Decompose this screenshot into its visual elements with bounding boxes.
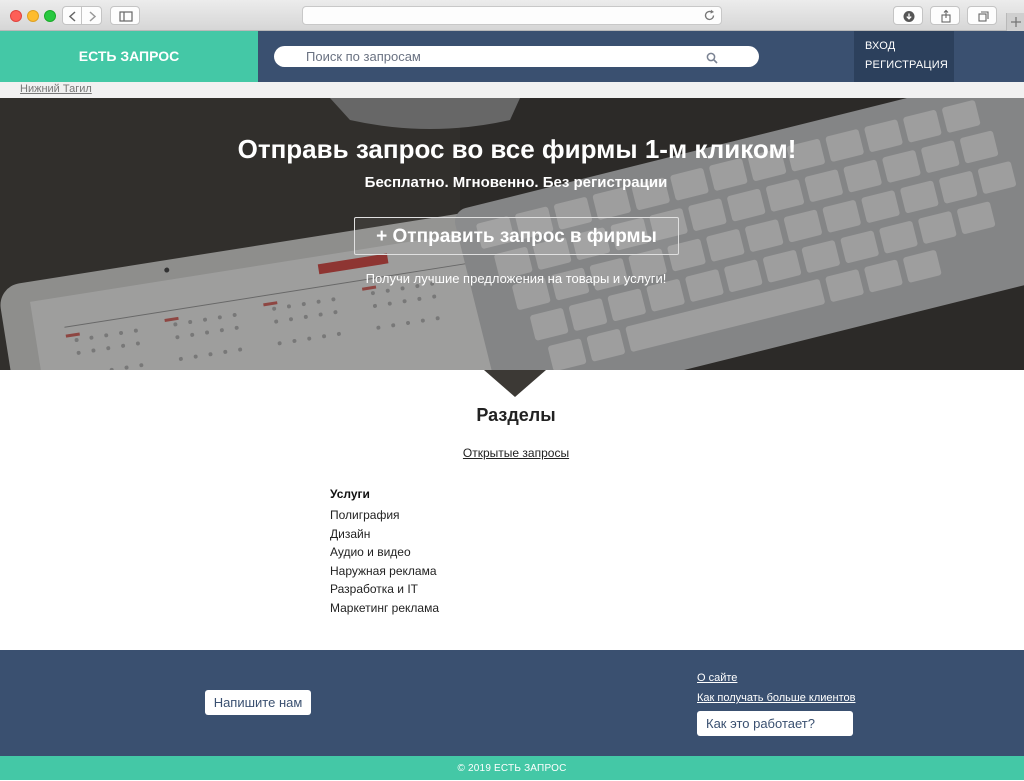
copyright: © 2019 ЕСТЬ ЗАПРОС [0,756,1024,780]
back-button[interactable] [62,6,82,25]
service-item-development-it[interactable]: Разработка и IT [330,582,439,601]
hero-banner: Отправь запрос во все фирмы 1-м кликом! … [0,98,1024,370]
service-item-outdoor-ads[interactable]: Наружная реклама [330,564,439,583]
share-icon [931,7,961,26]
more-clients-link[interactable]: Как получать больше клиентов [697,692,855,704]
register-link[interactable]: РЕГИСТРАЦИЯ [865,59,948,71]
open-requests-container: Открытые запросы [0,446,1024,460]
services-heading: Услуги [330,487,439,501]
hero-subtitle: Бесплатно. Мгновенно. Без регистрации [0,174,1024,191]
how-it-works-button[interactable]: Как это работает? [697,711,853,736]
plus-icon [1010,16,1022,28]
hero-note: Получи лучшие предложения на товары и ус… [0,271,1024,286]
service-item-marketing[interactable]: Маркетинг реклама [330,601,439,620]
back-icon [63,7,83,26]
downloads-button[interactable] [893,6,923,25]
reload-icon[interactable] [703,9,716,22]
city-link[interactable]: Нижний Тагил [20,83,92,95]
about-link[interactable]: О сайте [697,672,737,684]
minimize-window-button[interactable] [27,10,39,22]
download-icon [894,7,924,26]
zoom-window-button[interactable] [44,10,56,22]
city-bar: Нижний Тагил [0,82,1024,98]
auth-panel: ВХОД РЕГИСТРАЦИЯ [854,31,954,82]
address-bar[interactable] [302,6,722,25]
search-icon[interactable] [706,52,718,64]
site-footer: Напишите нам О сайте Как получать больше… [0,650,1024,756]
new-tab-button[interactable] [1006,13,1024,31]
tabs-icon [968,7,998,26]
hero-title: Отправь запрос во все фирмы 1-м кликом! [0,134,1024,165]
hero-pointer-arrow [484,370,546,398]
open-requests-link[interactable]: Открытые запросы [463,446,569,460]
close-window-button[interactable] [10,10,22,22]
service-item-audio-video[interactable]: Аудио и видео [330,545,439,564]
sections-title: Разделы [0,405,1024,426]
service-item-design[interactable]: Дизайн [330,527,439,546]
login-link[interactable]: ВХОД [865,40,895,52]
forward-icon [82,7,103,26]
send-request-button[interactable]: + Отправить запрос в фирмы [354,217,679,255]
forward-button[interactable] [81,6,102,25]
site-logo[interactable]: ЕСТЬ ЗАПРОС [0,31,258,82]
sidebar-toggle-button[interactable] [110,6,140,25]
services-list: Услуги Полиграфия Дизайн Аудио и видео Н… [330,487,439,620]
sidebar-icon [111,7,141,26]
browser-toolbar [0,0,1024,31]
show-tabs-button[interactable] [967,6,997,25]
share-button[interactable] [930,6,960,25]
search-input[interactable] [274,46,759,67]
service-item-polygraphy[interactable]: Полиграфия [330,508,439,527]
write-us-button[interactable]: Напишите нам [205,690,311,715]
